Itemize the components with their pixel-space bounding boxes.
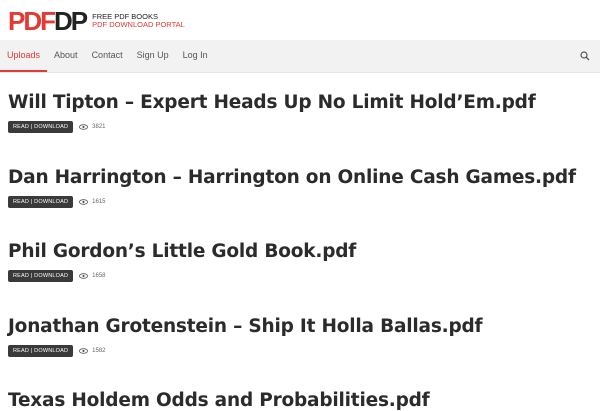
list-item: Phil Gordon’s Little Gold Book.pdf READ … [8, 241, 356, 282]
post-meta: READ | DOWNLOAD 3821 [8, 121, 536, 133]
main-navigation: Uploads About Contact Sign Up Log In [0, 40, 600, 73]
read-download-button[interactable]: READ | DOWNLOAD [8, 121, 74, 133]
list-item: Will Tipton – Expert Heads Up No Limit H… [8, 92, 536, 133]
post-title[interactable]: Dan Harrington – Harrington on Online Ca… [8, 167, 576, 188]
site-logo[interactable]: PDFDP FREE PDF BOOKS PDF DOWNLOAD PORTAL [8, 8, 185, 34]
post-title[interactable]: Texas Holdem Odds and Probabilities.pdf [8, 390, 430, 411]
read-download-button[interactable]: READ | DOWNLOAD [8, 345, 74, 357]
post-meta: READ | DOWNLOAD 1615 [8, 196, 576, 208]
view-count-value: 1658 [92, 273, 106, 279]
nav-item-log-in[interactable]: Log In [176, 40, 215, 70]
site-header: PDFDP FREE PDF BOOKS PDF DOWNLOAD PORTAL [0, 0, 600, 40]
read-download-button[interactable]: READ | DOWNLOAD [8, 270, 74, 282]
view-count: 1615 [79, 199, 106, 205]
read-download-button[interactable]: READ | DOWNLOAD [8, 196, 74, 208]
eye-icon [79, 124, 89, 130]
post-title[interactable]: Jonathan Grotenstein – Ship It Holla Bal… [8, 316, 483, 337]
list-item: Texas Holdem Odds and Probabilities.pdf [8, 390, 430, 411]
eye-icon [79, 199, 89, 205]
nav-item-sign-up[interactable]: Sign Up [130, 40, 176, 70]
eye-icon [79, 273, 89, 279]
view-count: 1582 [79, 348, 106, 354]
logo-mark-red: PDF [8, 6, 56, 36]
nav-item-uploads[interactable]: Uploads [0, 40, 48, 72]
post-meta: READ | DOWNLOAD 1582 [8, 345, 482, 357]
view-count: 1658 [79, 273, 106, 279]
eye-icon [79, 348, 89, 354]
view-count: 3821 [79, 124, 106, 130]
post-title[interactable]: Phil Gordon’s Little Gold Book.pdf [8, 241, 356, 262]
view-count-value: 3821 [92, 124, 106, 130]
logo-tagline-line2: PDF DOWNLOAD PORTAL [92, 20, 185, 29]
view-count-value: 1582 [92, 348, 106, 354]
logo-mark: PDFDP [8, 6, 88, 36]
search-icon[interactable] [580, 51, 590, 61]
post-title[interactable]: Will Tipton – Expert Heads Up No Limit H… [8, 92, 536, 113]
logo-tagline: FREE PDF BOOKS PDF DOWNLOAD PORTAL [92, 12, 185, 30]
nav-item-contact[interactable]: Contact [85, 40, 130, 70]
post-meta: READ | DOWNLOAD 1658 [8, 270, 356, 282]
view-count-value: 1615 [92, 199, 106, 205]
list-item: Dan Harrington – Harrington on Online Ca… [8, 167, 576, 208]
list-item: Jonathan Grotenstein – Ship It Holla Bal… [8, 316, 483, 357]
logo-mark-dark: DP [54, 6, 88, 36]
nav-item-about[interactable]: About [47, 40, 85, 70]
